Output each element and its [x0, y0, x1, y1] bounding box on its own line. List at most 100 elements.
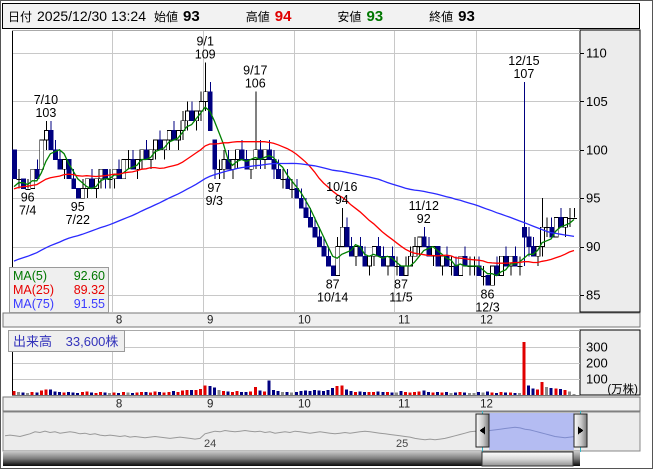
volume-bar [126, 392, 130, 395]
date-label: 日付 [8, 9, 33, 24]
volume-bar [58, 392, 62, 395]
volume-bar [249, 391, 253, 395]
volume-bar [162, 392, 166, 395]
volume-bar [226, 391, 230, 395]
volume-bar [495, 392, 499, 395]
candle-up [353, 246, 359, 257]
volume-bar [554, 388, 558, 395]
volume-bar [240, 391, 244, 395]
volume-bar [344, 389, 348, 395]
annotation-price: 94 [335, 193, 349, 207]
annotation-price: 103 [35, 106, 56, 120]
annotation-date: 7/22 [66, 213, 90, 227]
annotation-price: 107 [513, 67, 534, 81]
candle-up [39, 139, 45, 170]
volume-bar [231, 391, 235, 395]
volume-bar [326, 390, 330, 395]
close-label: 終値 [429, 9, 454, 24]
navigator-selection[interactable] [489, 413, 574, 450]
candle-down [526, 236, 532, 247]
candle-down [485, 275, 491, 286]
month-label: 11 [398, 315, 410, 327]
volume-bar [80, 392, 84, 395]
volume-bar [303, 390, 307, 395]
volume-bar [485, 391, 489, 395]
candle-down [462, 255, 468, 267]
candle-up [248, 159, 254, 170]
volume-bar [408, 392, 412, 395]
candle-down [330, 265, 336, 277]
volume-label: 出来高 [13, 334, 53, 349]
volume-bar [262, 391, 266, 395]
volume-bar [531, 388, 535, 395]
volume-bar [463, 392, 467, 395]
volume-label-box: 出来高 33,600株 [8, 330, 126, 352]
annotation-price: 106 [245, 77, 266, 91]
navigator-right-handle[interactable] [573, 413, 588, 448]
volume-bar [454, 392, 458, 395]
annotation-price: 96 [21, 191, 35, 205]
volume-bar [190, 389, 194, 395]
ma25-label: MA(25) [13, 283, 54, 297]
volume-value: 33,600株 [65, 334, 119, 349]
volume-tick-label: 100 [586, 372, 608, 387]
price-tick-label: 105 [586, 94, 608, 109]
volume-bar [340, 385, 344, 395]
annotation-date: 12/15 [508, 54, 539, 68]
volume-bar [504, 392, 508, 395]
volume-bar [404, 392, 408, 395]
annotation-date: 9/1 [197, 35, 214, 49]
volume-bar [44, 389, 48, 395]
volume-bar [12, 391, 16, 395]
candle-down [285, 178, 291, 189]
volume-bar [367, 391, 371, 395]
chart-canvas: 1101051009590857/10103967/4 957/229/11099… [0, 0, 653, 469]
price-tick-label: 100 [586, 142, 608, 157]
ma75-legend-row: MA(75) 91.55 [13, 297, 105, 311]
candle-down [453, 265, 459, 277]
candle-up [203, 91, 209, 102]
volume-bar [522, 342, 526, 395]
annotation-date: 9/3 [206, 194, 223, 208]
ma25-legend-row: MA(25) 89.32 [13, 283, 105, 297]
candle-down [326, 255, 332, 267]
month-label: 12 [480, 399, 493, 411]
range-navigator[interactable]: 24 25 [2, 411, 641, 452]
candle-down [75, 188, 81, 199]
candle-up [62, 159, 67, 170]
ma75-label: MA(75) [13, 297, 54, 311]
horizontal-scrollbar[interactable] [3, 451, 580, 467]
candle-up [339, 226, 345, 248]
candle-down [503, 255, 509, 267]
volume-bar [299, 391, 303, 395]
navigator-left-handle[interactable] [475, 413, 490, 448]
candle-down [317, 236, 322, 247]
candle-down [103, 168, 108, 180]
candle-down [312, 226, 318, 238]
volume-bar [17, 392, 21, 395]
candle-down [321, 246, 327, 257]
candle-up [185, 110, 190, 122]
close-value: 93 [458, 7, 475, 25]
volume-bar [89, 392, 93, 395]
volume-bar [376, 391, 380, 395]
annotation-price: 86 [481, 287, 495, 301]
volume-bar [558, 388, 562, 395]
volume-bar [308, 391, 312, 395]
volume-bar [267, 380, 271, 395]
volume-bar [85, 391, 89, 395]
volume-bar [185, 389, 189, 395]
volume-bar [30, 391, 34, 395]
annotation-date: 9/17 [243, 64, 267, 78]
volume-bar [458, 392, 462, 395]
open-value: 93 [183, 7, 200, 25]
annotation-date: 10/16 [326, 180, 357, 194]
volume-bar [103, 392, 107, 395]
volume-bar [153, 391, 157, 395]
ma25-value: 89.32 [73, 283, 105, 297]
annotation-date: 11/5 [389, 291, 412, 305]
volume-bar [381, 392, 385, 395]
volume-bar [21, 392, 25, 395]
month-label: 9 [207, 315, 213, 327]
scrollbar-thumb[interactable] [481, 451, 574, 467]
